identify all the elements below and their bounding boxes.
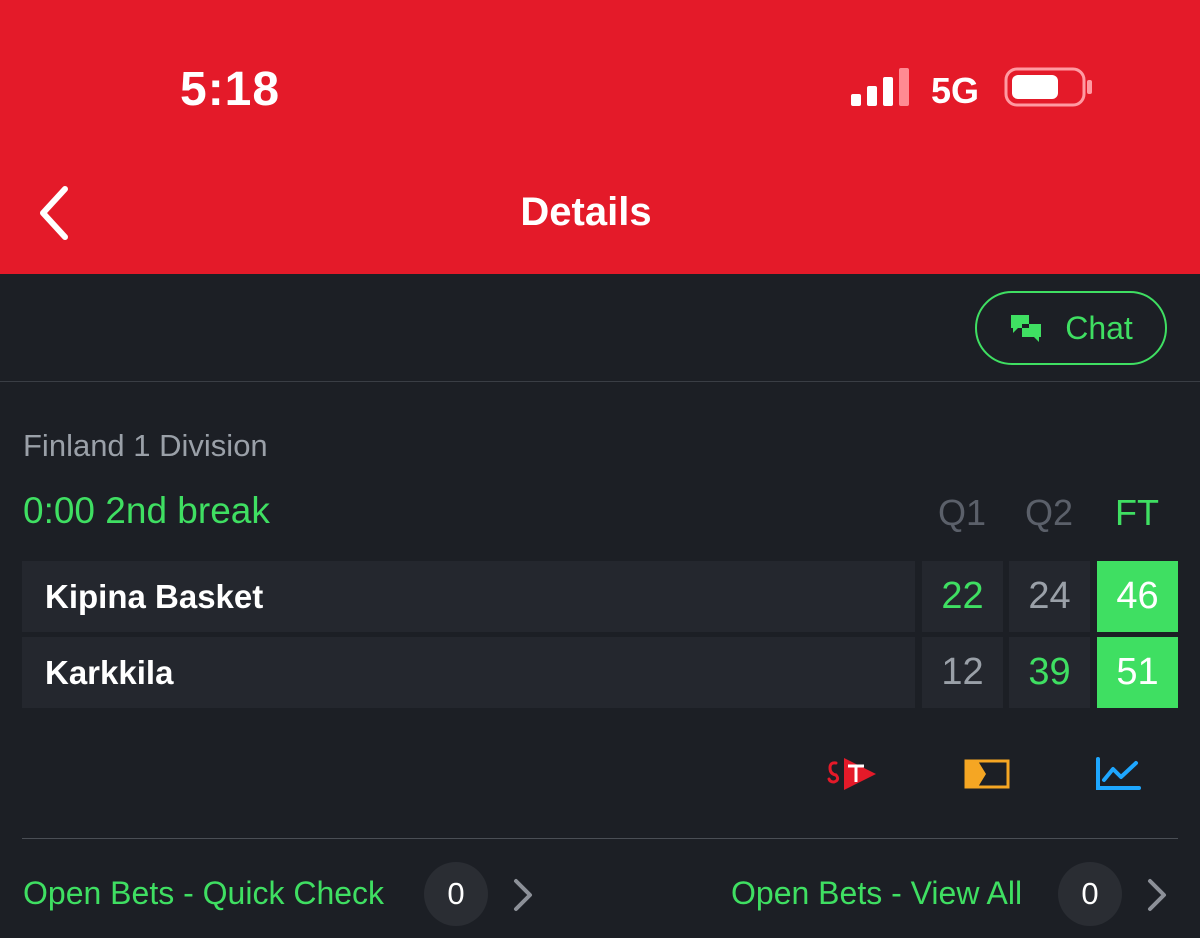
league-name: Finland 1 Division — [23, 428, 268, 463]
chevron-right-icon[interactable] — [510, 877, 536, 913]
score-ft: 51 — [1097, 637, 1178, 708]
score-q1: 22 — [922, 561, 1003, 632]
status-time: 5:18 — [180, 63, 281, 116]
chat-bubbles-icon — [1011, 315, 1042, 342]
match-tracker-icon — [964, 759, 1010, 789]
battery-icon — [1004, 67, 1092, 107]
chat-button[interactable]: Chat — [975, 291, 1167, 365]
team-name: Karkkila — [45, 653, 174, 691]
view-all-count-badge: 0 — [1058, 862, 1122, 926]
score-q1: 12 — [922, 637, 1003, 708]
statistics-chart-icon — [1096, 757, 1141, 790]
match-tracker-button[interactable] — [963, 752, 1011, 796]
team-name: Kipina Basket — [45, 577, 264, 615]
app-header: 5:18 5G Details — [0, 0, 1200, 274]
network-type: 5G — [931, 70, 980, 111]
cellular-signal-icon — [851, 68, 909, 106]
column-header-q1: Q1 — [937, 492, 987, 533]
quick-check-count-badge: 0 — [424, 862, 488, 926]
score-ft: 46 — [1097, 561, 1178, 632]
match-status: 0:00 2nd break — [23, 490, 270, 531]
statistics-button[interactable] — [1094, 752, 1142, 796]
chat-bar: Chat — [0, 274, 1200, 382]
open-bets-quick-check-link[interactable]: Open Bets - Quick Check — [23, 875, 384, 912]
team-row: Karkkila — [22, 637, 915, 708]
column-header-ft: FT — [1115, 492, 1159, 533]
stv-stream-button[interactable] — [826, 752, 880, 796]
chat-label: Chat — [1065, 309, 1133, 346]
stv-streaming-icon — [827, 758, 876, 790]
chevron-right-icon[interactable] — [1144, 877, 1170, 913]
score-q2: 24 — [1009, 561, 1090, 632]
open-bets-view-all-link[interactable]: Open Bets - View All — [731, 875, 1022, 912]
page-title: Details — [520, 190, 652, 234]
divider — [22, 838, 1178, 839]
column-header-q2: Q2 — [1024, 492, 1074, 533]
team-row: Kipina Basket — [22, 561, 915, 632]
score-q2: 39 — [1009, 637, 1090, 708]
